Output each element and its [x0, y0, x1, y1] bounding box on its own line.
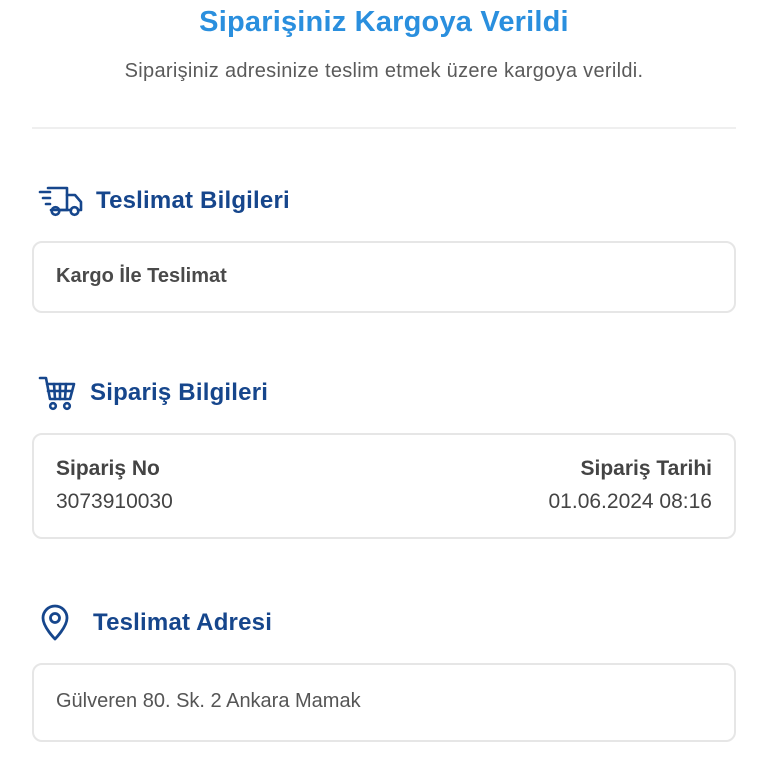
address-text: Gülveren 80. Sk. 2 Ankara Mamak — [56, 690, 361, 712]
delivery-truck-icon — [38, 183, 86, 219]
order-number-group: Sipariş No 3073910030 — [56, 457, 173, 514]
page-title: Siparişiniz Kargoya Verildi — [199, 6, 569, 38]
order-date-group: Sipariş Tarihi 01.06.2024 08:16 — [549, 457, 713, 514]
order-number-label: Sipariş No — [56, 457, 160, 480]
order-date-label: Sipariş Tarihi — [580, 457, 713, 480]
delivery-section-header: Teslimat Bilgileri — [38, 181, 290, 221]
order-card: Sipariş No 3073910030 Sipariş Tarihi 01.… — [32, 433, 736, 539]
order-section-header: Sipariş Bilgileri — [38, 373, 268, 413]
order-date-value: 01.06.2024 08:16 — [548, 490, 713, 513]
order-section-title: Sipariş Bilgileri — [90, 379, 269, 406]
location-pin-icon — [38, 604, 83, 641]
header-divider — [32, 127, 736, 129]
delivery-section-title: Teslimat Bilgileri — [96, 187, 290, 214]
order-number-value: 3073910030 — [56, 490, 173, 513]
page-subtitle: Siparişiniz adresinize teslim etmek üzer… — [124, 60, 644, 82]
delivery-card: Kargo İle Teslimat — [32, 241, 736, 313]
shopping-cart-icon — [38, 375, 80, 411]
address-section-header: Teslimat Adresi — [38, 603, 272, 643]
address-section-title: Teslimat Adresi — [93, 609, 273, 636]
address-card: Gülveren 80. Sk. 2 Ankara Mamak — [32, 663, 736, 742]
delivery-method: Kargo İle Teslimat — [56, 265, 227, 287]
